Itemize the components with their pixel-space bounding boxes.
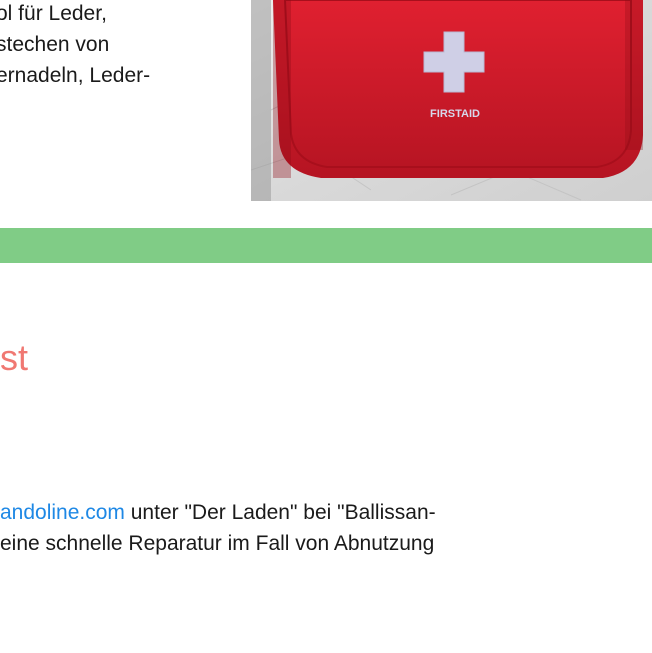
intro-line-2: stechen von xyxy=(0,33,110,56)
shop-link[interactable]: andoline.com xyxy=(0,501,125,524)
bag-label: FIRSTAID xyxy=(430,108,480,120)
body-paragraph: andoline.com unter "Der Laden" bei "Ball… xyxy=(0,497,652,559)
first-aid-bag-illustration: FIRSTAID xyxy=(251,0,652,201)
intro-line-3: ernadeln, Leder- xyxy=(0,64,151,87)
body-line-1-text: unter "Der Laden" bei "Ballissan- xyxy=(124,501,436,524)
first-aid-kit-image: FIRSTAID xyxy=(251,0,652,201)
section-heading: st xyxy=(0,337,29,378)
intro-line-1: ol für Leder, xyxy=(0,2,107,25)
body-line-1: andoline.com unter "Der Laden" bei "Ball… xyxy=(0,497,652,528)
body-line-2: eine schnelle Reparatur im Fall von Abnu… xyxy=(0,532,435,555)
intro-paragraph: ol für Leder, stechen von ernadeln, Lede… xyxy=(0,0,240,91)
green-divider-band xyxy=(0,228,652,263)
